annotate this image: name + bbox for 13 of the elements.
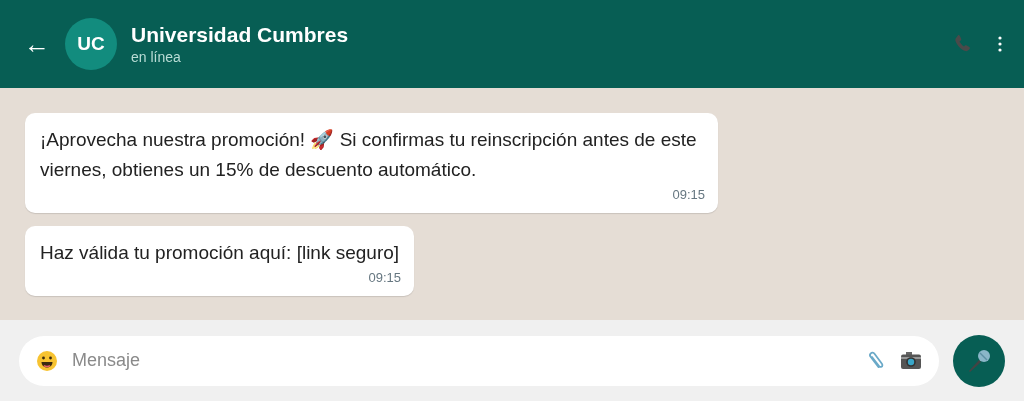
avatar: UC xyxy=(65,18,117,70)
microphone-button[interactable] xyxy=(953,334,1005,387)
contact-status: en línea xyxy=(131,48,182,66)
menu-icon[interactable] xyxy=(998,36,1002,52)
message-text: ¡Aprovecha nuestra promoción! 🚀 Si confirmas tu reinscripción antes de este viernes, obtienes un 15% de descuento automático. xyxy=(40,128,698,182)
message-field[interactable]: Mensaje xyxy=(19,335,939,386)
smiley-icon[interactable] xyxy=(36,349,58,372)
message-time: 09:15 xyxy=(672,187,705,203)
contact-name: Universidad Cumbres xyxy=(131,22,349,48)
camera-icon[interactable] xyxy=(900,351,922,370)
message-text: Haz válida tu promoción aquí: [link seguro] xyxy=(40,241,401,265)
back-button[interactable]: ← xyxy=(24,31,50,57)
message-time: 09:15 xyxy=(368,270,402,286)
